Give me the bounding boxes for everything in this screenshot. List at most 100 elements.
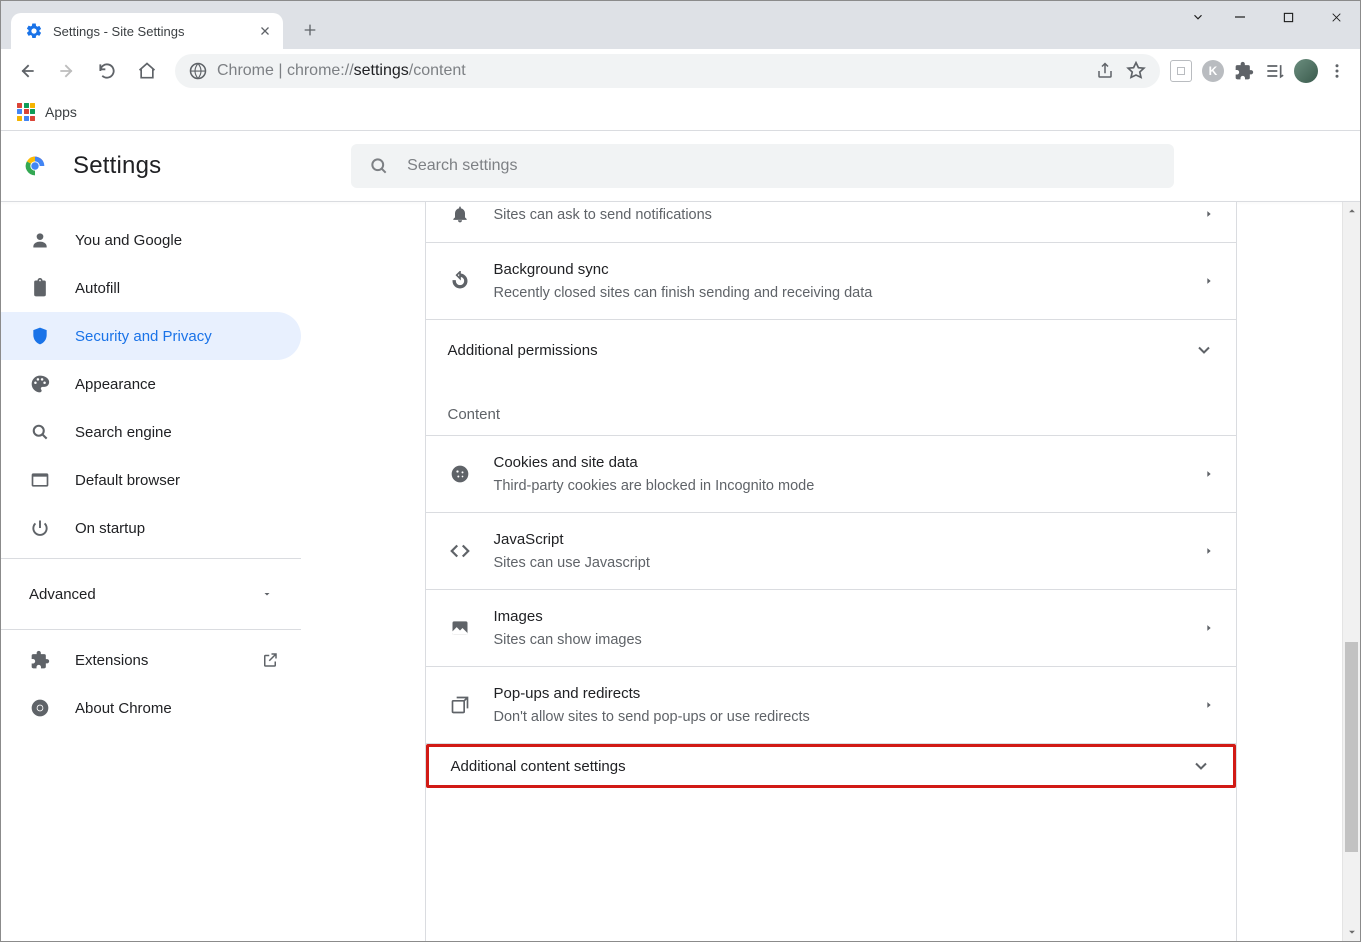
row-sub: Sites can ask to send notifications <box>494 205 1182 225</box>
chevron-right-icon <box>1204 209 1214 219</box>
chrome-icon <box>29 697 51 719</box>
row-notifications[interactable]: Sites can ask to send notifications <box>426 202 1236 243</box>
chevron-right-icon <box>1204 700 1214 710</box>
search-icon <box>369 156 389 176</box>
nav-label: Appearance <box>75 376 156 393</box>
nav-appearance[interactable]: Appearance <box>1 360 301 408</box>
row-images[interactable]: Images Sites can show images <box>426 590 1236 667</box>
extensions-icon[interactable] <box>1234 61 1254 81</box>
highlight-additional-content: Additional content settings <box>426 744 1236 788</box>
nav-on-startup[interactable]: On startup <box>1 504 301 552</box>
page-title: Settings <box>73 152 161 180</box>
address-bar[interactable]: Chrome | chrome://settings/content <box>175 54 1160 88</box>
new-tab-button[interactable] <box>295 15 325 45</box>
settings-header: Settings <box>1 131 1360 201</box>
search-icon <box>29 421 51 443</box>
home-button[interactable] <box>129 53 165 89</box>
chevron-right-icon <box>1204 469 1214 479</box>
nav-label: Advanced <box>29 586 96 603</box>
chevron-right-icon <box>1204 546 1214 556</box>
row-title: Cookies and site data <box>494 452 1182 474</box>
settings-search[interactable] <box>351 144 1174 188</box>
nav-default-browser[interactable]: Default browser <box>1 456 301 504</box>
popup-icon <box>448 693 472 717</box>
row-sub: Sites can show images <box>494 630 1182 650</box>
cookie-icon <box>448 462 472 486</box>
nav-label: Default browser <box>75 472 180 489</box>
chrome-menu-icon[interactable] <box>1328 62 1346 80</box>
bookmark-icon[interactable] <box>1126 61 1146 81</box>
row-cookies[interactable]: Cookies and site data Third-party cookie… <box>426 435 1236 513</box>
nav-label: Security and Privacy <box>75 328 212 345</box>
chevron-right-icon <box>1204 623 1214 633</box>
apps-icon[interactable] <box>17 103 35 121</box>
sync-icon <box>448 269 472 293</box>
forward-button[interactable] <box>49 53 85 89</box>
back-button[interactable] <box>9 53 45 89</box>
nav-label: You and Google <box>75 232 182 249</box>
scrollbar-thumb[interactable] <box>1345 642 1358 852</box>
window-controls <box>1180 1 1360 39</box>
maximize-button[interactable] <box>1264 1 1312 33</box>
nav-autofill[interactable]: Autofill <box>1 264 301 312</box>
minimize-button[interactable] <box>1216 1 1264 33</box>
nav-about[interactable]: About Chrome <box>1 684 301 732</box>
browser-toolbar: Chrome | chrome://settings/content K <box>1 49 1360 93</box>
nav-search-engine[interactable]: Search engine <box>1 408 301 456</box>
section-content-header: Content <box>426 380 1236 435</box>
row-javascript[interactable]: JavaScript Sites can use Javascript <box>426 513 1236 590</box>
browser-tab[interactable]: Settings - Site Settings <box>11 13 283 49</box>
chevron-right-icon <box>1204 276 1214 286</box>
profile-avatar[interactable] <box>1294 59 1318 83</box>
nav-extensions[interactable]: Extensions <box>1 636 301 684</box>
row-additional-permissions[interactable]: Additional permissions <box>426 320 1236 380</box>
row-title: JavaScript <box>494 529 1182 551</box>
person-icon <box>29 229 51 251</box>
row-sub: Recently closed sites can finish sending… <box>494 283 1182 303</box>
nav-security-privacy[interactable]: Security and Privacy <box>1 312 301 360</box>
site-info-icon[interactable] <box>189 62 207 80</box>
extension-icon-1[interactable] <box>1170 60 1192 82</box>
code-icon <box>448 539 472 563</box>
browser-icon <box>29 469 51 491</box>
row-sub: Third-party cookies are blocked in Incog… <box>494 476 1182 496</box>
row-background-sync[interactable]: Background sync Recently closed sites ca… <box>426 243 1236 320</box>
tab-strip: Settings - Site Settings <box>1 1 1360 49</box>
row-sub: Don't allow sites to send pop-ups or use… <box>494 707 1182 727</box>
nav-label: Search engine <box>75 424 172 441</box>
nav-you-and-google[interactable]: You and Google <box>1 216 301 264</box>
reading-list-icon[interactable] <box>1264 61 1284 81</box>
scroll-up-icon[interactable] <box>1343 202 1360 220</box>
reload-button[interactable] <box>89 53 125 89</box>
gear-icon <box>25 22 43 40</box>
nav-label: On startup <box>75 520 145 537</box>
chevron-down-icon <box>1191 756 1211 776</box>
url-text: Chrome | chrome://settings/content <box>217 62 1086 80</box>
nav-advanced[interactable]: Advanced <box>1 565 301 623</box>
row-title: Additional content settings <box>451 758 626 775</box>
tab-search-button[interactable] <box>1180 1 1216 33</box>
apps-label[interactable]: Apps <box>45 104 77 120</box>
nav-label: About Chrome <box>75 700 172 717</box>
chevron-down-icon <box>261 588 273 600</box>
palette-icon <box>29 373 51 395</box>
scroll-down-icon[interactable] <box>1343 923 1360 941</box>
shield-icon <box>29 325 51 347</box>
tab-title: Settings - Site Settings <box>53 24 247 39</box>
row-additional-content-settings[interactable]: Additional content settings <box>429 747 1233 785</box>
image-icon <box>448 616 472 640</box>
share-icon[interactable] <box>1096 62 1114 80</box>
search-input[interactable] <box>405 156 1156 176</box>
settings-sidebar: You and Google Autofill Security and Pri… <box>1 202 301 941</box>
scrollbar[interactable] <box>1342 202 1360 941</box>
extension-icon-2[interactable]: K <box>1202 60 1224 82</box>
settings-main: Sites can ask to send notifications Back… <box>301 202 1360 941</box>
row-popups[interactable]: Pop-ups and redirects Don't allow sites … <box>426 667 1236 744</box>
clipboard-icon <box>29 277 51 299</box>
row-title: Additional permissions <box>448 342 598 359</box>
row-title: Images <box>494 606 1182 628</box>
window-close-button[interactable] <box>1312 1 1360 33</box>
chevron-down-icon <box>1194 340 1214 360</box>
open-external-icon <box>261 651 279 669</box>
close-tab-icon[interactable] <box>257 23 273 39</box>
